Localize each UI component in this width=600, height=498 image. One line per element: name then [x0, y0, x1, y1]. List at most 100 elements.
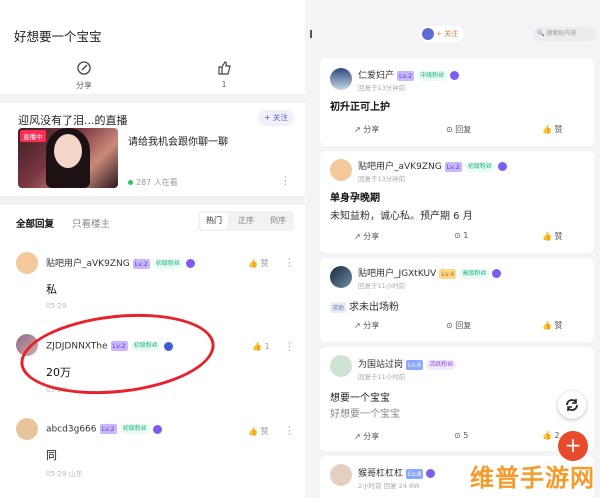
- level-badge: Lv.6: [406, 359, 424, 370]
- reply-button[interactable]: ⊙ 5: [454, 431, 468, 440]
- reply-label: 回复: [455, 321, 472, 330]
- section-separator: [0, 196, 305, 205]
- thread-detail-panel: 好想要一个宝宝 分享 1 迎风没有了泪...的直播 + 关注 直播中 请给我机会…: [0, 0, 305, 498]
- reply-card[interactable]: 仁爱妇产 Lv.2 中级粉丝 回复于13分钟前 初升正可上护 ↗ 分享 ⊙ 回复 👍…: [320, 58, 594, 146]
- member-icon: [152, 424, 162, 434]
- fan-badge: 活跃粉丝: [426, 359, 457, 370]
- card-user[interactable]: 贴吧用户_aVK9ZNG Lv.2 初级粉丝: [358, 159, 507, 172]
- reply-card[interactable]: 贴吧用户_aVK9ZNG Lv.2 初级粉丝 回复于13分钟前 单身孕晚期 未知益粉…: [320, 151, 594, 253]
- tab-all-replies[interactable]: 全部回复: [16, 216, 54, 230]
- card-body: 求助 求未出场粉: [330, 298, 399, 313]
- card-user[interactable]: 猴哥杠杠杠 Lv.8: [358, 466, 436, 479]
- like-label: 赞: [260, 427, 269, 436]
- avatar[interactable]: [330, 464, 352, 486]
- username: 贴吧用户_aVK9ZNG: [358, 162, 442, 172]
- card-user[interactable]: 为国站过岗 Lv.6 活跃粉丝: [358, 357, 457, 370]
- like-count: 1: [264, 342, 270, 351]
- more-options-icon[interactable]: ⋮: [280, 174, 291, 187]
- like-button[interactable]: 👍 2: [542, 431, 560, 440]
- sort-hot[interactable]: 热门: [200, 213, 228, 229]
- fan-badge: 初级粉丝: [119, 424, 150, 434]
- reply-button[interactable]: ⊙ 1: [454, 231, 468, 240]
- refresh-button[interactable]: [558, 391, 586, 419]
- search-input[interactable]: 🔍 搜索贴内容: [533, 27, 597, 41]
- sort-ascending[interactable]: 正序: [230, 211, 262, 231]
- level-badge: Lv.2: [99, 424, 117, 434]
- card-title: 初升正可上护: [330, 102, 390, 113]
- share-button[interactable]: ↗ 分享: [354, 124, 379, 135]
- more-options-icon[interactable]: ⋮: [284, 256, 295, 269]
- username: 贴吧用户_aVK9ZNG: [46, 259, 130, 269]
- username: 猴哥杠杠杠: [358, 469, 404, 479]
- member-icon: [450, 71, 460, 80]
- avatar[interactable]: [330, 266, 352, 288]
- drag-handle[interactable]: [310, 30, 312, 38]
- card-time: 回复于11小时前: [358, 373, 406, 381]
- share-button[interactable]: ↗ 分享: [354, 320, 379, 331]
- like-button[interactable]: 👍 赞: [542, 231, 563, 242]
- like-stat[interactable]: 1: [204, 60, 244, 89]
- card-user[interactable]: 贴吧用户_JGXtKUV Lv.4 高级粉丝: [358, 266, 502, 279]
- sort-segmented-control: 热门 正序 倒序: [198, 211, 294, 231]
- add-post-button[interactable]: +: [558, 431, 588, 461]
- card-time: 回复于13分钟前: [358, 175, 406, 183]
- comment-like-button[interactable]: 👍 赞: [248, 258, 269, 269]
- like-label: 赞: [260, 259, 269, 268]
- more-options-icon[interactable]: ⋮: [284, 424, 295, 437]
- share-edit-icon: [77, 61, 91, 75]
- comment-meta: 05-29: [46, 302, 67, 310]
- username: 仁爱妇产: [358, 71, 395, 81]
- member-icon: [185, 259, 195, 268]
- follow-pill[interactable]: + 关注: [420, 26, 465, 42]
- like-button[interactable]: 👍 赞: [542, 124, 563, 135]
- comment-user[interactable]: 贴吧用户_aVK9ZNG Lv.2 初级粉丝: [46, 256, 195, 269]
- level-badge: Lv.4: [439, 268, 457, 279]
- card-time: 回复于13分钟前: [358, 84, 406, 92]
- card-time: 2小时前 回复 24.8W: [358, 482, 420, 490]
- reply-card[interactable]: 贴吧用户_JGXtKUV Lv.4 高级粉丝 回复于11小时前 求助 求未出场粉 ↗ …: [320, 258, 594, 342]
- reply-button[interactable]: ⊙ 回复: [446, 320, 471, 331]
- refresh-icon: [566, 399, 578, 411]
- avatar[interactable]: [16, 252, 38, 274]
- like-label: 赞: [554, 321, 563, 330]
- follow-button[interactable]: + 关注: [258, 110, 294, 126]
- thumb-up-icon: [218, 61, 231, 75]
- member-icon: [492, 269, 502, 278]
- comment-text: 私: [46, 283, 57, 296]
- like-label: 赞: [554, 232, 563, 241]
- share-stat[interactable]: 分享: [64, 60, 104, 91]
- share-button[interactable]: ↗ 分享: [354, 231, 379, 242]
- more-options-icon[interactable]: ⋮: [284, 340, 295, 353]
- sort-descending[interactable]: 倒序: [262, 211, 294, 231]
- comment-like-button[interactable]: 👍 赞: [248, 426, 269, 437]
- live-description[interactable]: 请给我机会跟你聊一聊: [128, 133, 228, 148]
- comment-text: 同: [46, 449, 57, 462]
- tab-op-only[interactable]: 只看楼主: [72, 216, 110, 230]
- panel-divider: [305, 0, 315, 498]
- avatar[interactable]: [330, 355, 352, 377]
- share-button[interactable]: ↗ 分享: [354, 431, 379, 442]
- thread-title: 好想要一个宝宝: [14, 29, 102, 44]
- avatar[interactable]: [330, 159, 352, 181]
- live-badge: 直播中: [20, 130, 46, 142]
- card-user[interactable]: 仁爱妇产 Lv.2 中级粉丝: [358, 68, 460, 81]
- card-time: 回复于11小时前: [358, 282, 406, 290]
- avatar[interactable]: [330, 68, 352, 90]
- card-quote: 好想要一个宝宝: [330, 409, 400, 420]
- member-icon: [497, 162, 507, 171]
- online-dot-icon: [128, 180, 133, 185]
- watermark: 维普手游网: [470, 464, 595, 492]
- fan-badge: 高级粉丝: [459, 268, 490, 279]
- reply-label: 回复: [455, 125, 472, 134]
- avatar[interactable]: [16, 418, 38, 440]
- fan-badge: 中级粉丝: [417, 70, 448, 81]
- follow-label: + 关注: [436, 30, 459, 38]
- like-button[interactable]: 👍 赞: [542, 320, 563, 331]
- comment-like-button[interactable]: 👍 1: [252, 342, 270, 351]
- section-separator: [0, 94, 305, 103]
- reply-button[interactable]: ⊙ 回复: [446, 124, 471, 135]
- reply-card[interactable]: 为国站过岗 Lv.6 活跃粉丝 回复于11小时前 想要一个宝宝 好想要一个宝宝 ↗ …: [320, 347, 594, 451]
- live-thumbnail[interactable]: 直播中: [18, 128, 118, 188]
- comment-user[interactable]: abcd3g666 Lv.2 初级粉丝: [46, 424, 162, 435]
- live-title: 迎风没有了泪...的直播: [18, 114, 128, 127]
